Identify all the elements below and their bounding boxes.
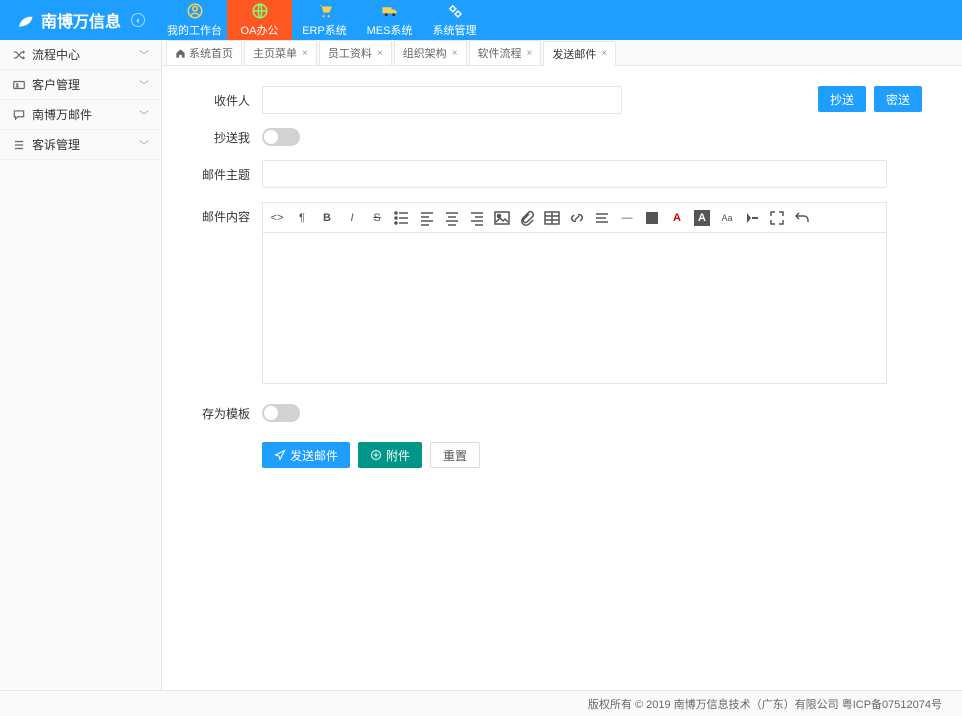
- fontcolor-a-icon[interactable]: A: [669, 210, 685, 226]
- topnav-oa[interactable]: OA办公: [227, 0, 292, 40]
- chevron-down-icon: ﹀: [139, 107, 149, 122]
- main: 系统首页 主页菜单× 员工资料× 组织架构× 软件流程× 发送邮件× 抄送 密送…: [162, 40, 962, 690]
- top-nav: 我的工作台 OA办公 ERP系统 MES系统 系统管理: [162, 0, 487, 40]
- table-icon[interactable]: [544, 210, 560, 226]
- align-center-icon[interactable]: [444, 210, 460, 226]
- footer: 版权所有 © 2019 南博万信息技术（广东）有限公司 粤ICP备0751207…: [0, 690, 962, 716]
- subject-label: 邮件主题: [192, 166, 262, 183]
- tab-sendmail[interactable]: 发送邮件×: [543, 41, 616, 66]
- attachment-icon[interactable]: [519, 210, 535, 226]
- sidebar-item-mail[interactable]: 南博万邮件 ﹀: [0, 100, 161, 130]
- close-icon[interactable]: ×: [527, 48, 533, 59]
- list-icon: [12, 138, 26, 152]
- list-ul-icon[interactable]: [394, 210, 410, 226]
- editor-toolbar: <> ¶ B I S —: [263, 203, 886, 233]
- hr-icon[interactable]: —: [619, 210, 635, 226]
- cart-icon: [316, 2, 334, 20]
- chevron-down-icon: ﹀: [139, 137, 149, 152]
- close-icon[interactable]: ×: [601, 48, 607, 59]
- recipient-input[interactable]: [262, 86, 622, 114]
- close-icon[interactable]: ×: [302, 48, 308, 59]
- topnav-workbench[interactable]: 我的工作台: [162, 0, 227, 40]
- cc-me-label: 抄送我: [192, 129, 262, 146]
- plus-circle-icon: [370, 449, 382, 461]
- image-icon[interactable]: [494, 210, 510, 226]
- chevron-down-icon: ﹀: [139, 47, 149, 62]
- attach-button[interactable]: 附件: [358, 442, 422, 468]
- fontsize-icon[interactable]: Aa: [719, 210, 735, 226]
- header: 南博万信息 ‹ 我的工作台 OA办公 ERP系统 MES系统 系统管理: [0, 0, 962, 40]
- logo-text: 南博万信息: [41, 8, 121, 32]
- undo-icon[interactable]: [794, 210, 810, 226]
- save-template-switch[interactable]: [262, 404, 300, 422]
- chevron-down-icon: ﹀: [139, 77, 149, 92]
- cc-me-switch[interactable]: [262, 128, 300, 146]
- globe-icon: [251, 2, 269, 20]
- send-button[interactable]: 发送邮件: [262, 442, 350, 468]
- link-icon[interactable]: [569, 210, 585, 226]
- tab-software[interactable]: 软件流程×: [469, 40, 542, 65]
- home-icon: [175, 48, 186, 59]
- quote-icon[interactable]: [594, 210, 610, 226]
- fontbg-a-icon[interactable]: A: [694, 210, 710, 226]
- topnav-system[interactable]: 系统管理: [422, 0, 487, 40]
- sidebar-item-customer[interactable]: 客户管理 ﹀: [0, 70, 161, 100]
- code-icon[interactable]: <>: [269, 210, 285, 226]
- truck-icon: [381, 2, 399, 20]
- shuffle-icon: [12, 48, 26, 62]
- align-left-icon[interactable]: [419, 210, 435, 226]
- strike-icon[interactable]: S: [369, 210, 385, 226]
- tab-org[interactable]: 组织架构×: [394, 40, 467, 65]
- topnav-mes[interactable]: MES系统: [357, 0, 422, 40]
- id-card-icon: [12, 78, 26, 92]
- indent-icon[interactable]: [744, 210, 760, 226]
- content-label: 邮件内容: [192, 202, 262, 225]
- tab-staff[interactable]: 员工资料×: [319, 40, 392, 65]
- tab-home[interactable]: 系统首页: [166, 40, 242, 65]
- send-icon: [274, 449, 286, 461]
- fullscreen-icon[interactable]: [769, 210, 785, 226]
- chat-icon: [12, 108, 26, 122]
- editor-body[interactable]: [263, 233, 886, 383]
- close-icon[interactable]: ×: [377, 48, 383, 59]
- pilcrow-icon[interactable]: ¶: [294, 210, 310, 226]
- gears-icon: [446, 2, 464, 20]
- close-icon[interactable]: ×: [452, 48, 458, 59]
- logo: 南博万信息 ‹: [0, 0, 162, 40]
- sidebar-item-complaint[interactable]: 客诉管理 ﹀: [0, 130, 161, 160]
- editor: <> ¶ B I S —: [262, 202, 887, 384]
- leaf-icon: [15, 10, 35, 30]
- reset-button[interactable]: 重置: [430, 442, 480, 468]
- footer-text: 版权所有 © 2019 南博万信息技术（广东）有限公司 粤ICP备0751207…: [588, 696, 942, 712]
- tabs: 系统首页 主页菜单× 员工资料× 组织架构× 软件流程× 发送邮件×: [162, 40, 962, 66]
- sidebar-toggle-icon[interactable]: ‹: [131, 13, 145, 27]
- user-circle-icon: [186, 2, 204, 20]
- sidebar: 流程中心 ﹀ 客户管理 ﹀ 南博万邮件 ﹀ 客诉管理 ﹀: [0, 40, 162, 690]
- bgcolor-icon[interactable]: [644, 210, 660, 226]
- topnav-erp[interactable]: ERP系统: [292, 0, 357, 40]
- italic-icon[interactable]: I: [344, 210, 360, 226]
- form-area: 抄送 密送 收件人 抄送我 邮件主题 邮件内容 <> ¶: [162, 66, 962, 488]
- bold-icon[interactable]: B: [319, 210, 335, 226]
- sidebar-item-flow[interactable]: 流程中心 ﹀: [0, 40, 161, 70]
- recipient-label: 收件人: [192, 92, 262, 109]
- cc-button[interactable]: 抄送: [818, 86, 866, 112]
- subject-input[interactable]: [262, 160, 887, 188]
- tab-menu[interactable]: 主页菜单×: [244, 40, 317, 65]
- bcc-button[interactable]: 密送: [874, 86, 922, 112]
- save-template-label: 存为模板: [192, 405, 262, 422]
- align-right-icon[interactable]: [469, 210, 485, 226]
